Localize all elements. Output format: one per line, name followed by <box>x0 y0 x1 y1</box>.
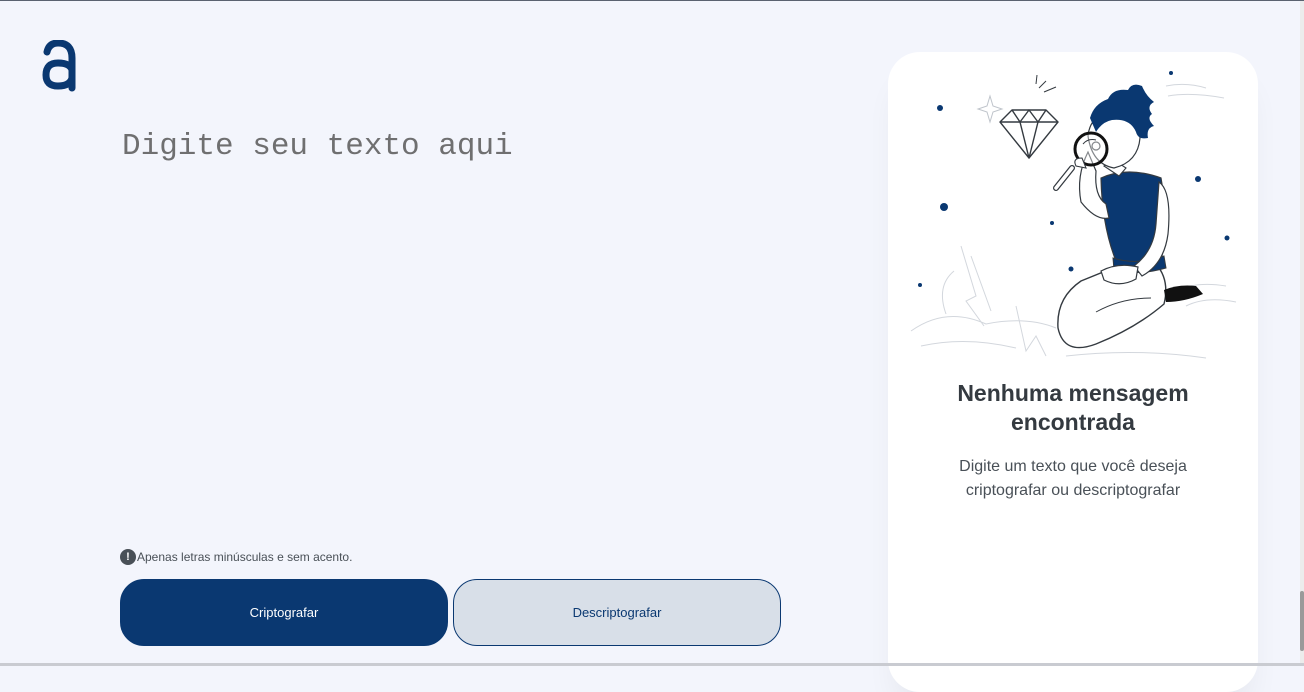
encrypt-button[interactable]: Criptografar <box>120 579 448 646</box>
empty-state-description-line: criptografar ou descriptografar <box>965 482 1181 499</box>
decrypt-button[interactable]: Descriptografar <box>453 579 781 646</box>
empty-state-title: Nenhuma mensagem encontrada <box>888 379 1258 437</box>
input-hint: ! Apenas letras minúsculas e sem acento. <box>120 549 352 565</box>
empty-state-title-line: encontrada <box>1011 409 1135 435</box>
empty-state-description-line: Digite um texto que você deseja <box>959 458 1187 475</box>
page-scrollbar[interactable] <box>1300 1 1304 663</box>
alura-logo <box>42 40 76 92</box>
person-with-magnifier-icon <box>910 71 1237 359</box>
message-input[interactable] <box>120 124 780 524</box>
hint-text: Apenas letras minúsculas e sem acento. <box>137 550 353 564</box>
exclamation-icon: ! <box>120 549 136 565</box>
empty-state-description: Digite um texto que você deseja criptogr… <box>888 455 1258 503</box>
empty-state-title-line: Nenhuma mensagem <box>957 380 1189 406</box>
result-panel: Nenhuma mensagem encontrada Digite um te… <box>888 52 1258 692</box>
window-top-border <box>0 0 1304 1</box>
scrollbar-thumb[interactable] <box>1300 591 1304 651</box>
